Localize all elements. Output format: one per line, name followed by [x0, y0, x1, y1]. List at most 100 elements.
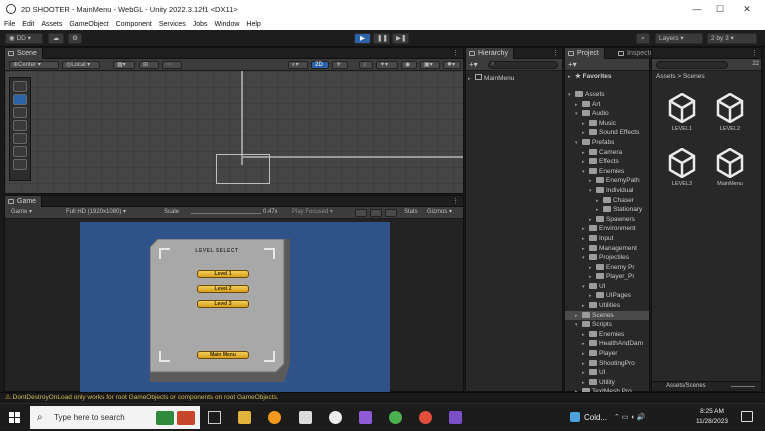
tab-game[interactable]: Game — [5, 196, 43, 207]
project-tree-item[interactable]: ▸ Utility — [565, 378, 649, 388]
menu-gameobject[interactable]: GameObject — [69, 21, 108, 28]
taskbar-search-input[interactable]: ⌕ Type here to search — [30, 406, 200, 429]
project-tree-item[interactable]: ▸ Environment — [565, 224, 649, 234]
move-tool[interactable] — [13, 94, 27, 105]
notification-icon[interactable] — [741, 411, 753, 422]
hidden-objects-button[interactable]: ◉ — [401, 61, 417, 69]
custom-tool[interactable] — [13, 159, 27, 170]
level-3-button[interactable]: Level 3 — [197, 300, 249, 308]
tab-project[interactable]: Project — [565, 48, 605, 59]
draw-mode-button[interactable]: ◐▾ — [288, 61, 308, 69]
level-1-button[interactable]: Level 1 — [197, 270, 249, 278]
account-dropdown[interactable]: ◉ DD ▾ — [5, 33, 43, 44]
favorites-header[interactable]: ▸ ★ Favorites — [565, 72, 649, 82]
chrome-profile-icon[interactable] — [419, 411, 432, 424]
pause-button[interactable]: ❚❚ — [373, 33, 390, 44]
project-tree-item[interactable]: ▸ Sound Effects — [565, 128, 649, 138]
layout-dropdown[interactable]: 2 by 3 ▾ — [707, 33, 757, 44]
menu-window[interactable]: Window — [215, 21, 240, 28]
unity-editor-icon[interactable] — [329, 411, 342, 424]
project-tree-item[interactable]: ▸ EnemyPath — [565, 176, 649, 186]
project-tree-item[interactable]: ▾ UI — [565, 282, 649, 292]
mute-button[interactable] — [355, 209, 367, 217]
menu-services[interactable]: Services — [159, 21, 186, 28]
console-status-bar[interactable]: ⚠ DontDestroyOnLoad only works for root … — [0, 392, 765, 403]
step-button[interactable]: ▶❚ — [392, 33, 409, 44]
vsync-button[interactable] — [370, 209, 382, 217]
gizmos-dropdown[interactable]: Gizmos ▾ — [424, 209, 454, 217]
space-dropdown[interactable]: ◎Local ▾ — [62, 61, 100, 69]
project-tree-item[interactable]: ▸ Chaser — [565, 196, 649, 206]
scale-tool[interactable] — [13, 120, 27, 131]
project-search-input[interactable] — [656, 61, 728, 69]
tab-scene[interactable]: Scene — [5, 48, 43, 59]
project-tree-item[interactable]: ▾ Audio — [565, 109, 649, 119]
toggle-2d-button[interactable]: 2D — [311, 61, 329, 69]
project-tree-item[interactable]: ▸ Management — [565, 244, 649, 254]
more-options-icon[interactable]: ⋮ — [751, 48, 758, 59]
display-dropdown[interactable]: Game ▾ — [8, 209, 58, 217]
project-tree-item[interactable]: ▾ Scripts — [565, 320, 649, 330]
project-tree-item[interactable]: ▸ Art — [565, 100, 649, 110]
more-options-icon[interactable]: ⋮ — [452, 196, 459, 207]
unity-hub-icon[interactable] — [299, 411, 312, 424]
scene-asset-level2[interactable]: LEVEL2 — [712, 93, 748, 137]
project-tree-item[interactable]: ▸ Scenes — [565, 310, 649, 321]
weather-text[interactable]: Cold... — [584, 404, 607, 431]
camera-button[interactable]: ▣▾ — [420, 61, 440, 69]
menu-help[interactable]: Help — [246, 21, 260, 28]
scale-slider[interactable] — [191, 213, 261, 214]
level-2-button[interactable]: Level 2 — [197, 285, 249, 293]
scene-asset-mainmenu[interactable]: MainMenu — [712, 148, 748, 192]
gizmos-button[interactable]: ✸▾ — [443, 61, 461, 69]
create-icon[interactable]: +▾ — [568, 60, 577, 69]
play-button[interactable]: ▶ — [354, 33, 371, 44]
rotate-tool[interactable] — [13, 107, 27, 118]
project-tree-item[interactable]: ▸ Enemies — [565, 330, 649, 340]
task-view-icon[interactable] — [208, 411, 221, 424]
more-options-icon[interactable]: ⋮ — [452, 48, 459, 59]
cloud-button[interactable]: ☁ — [48, 33, 64, 44]
icon-size-slider[interactable] — [731, 386, 755, 387]
rect-tool[interactable] — [13, 133, 27, 144]
lighting-button[interactable]: ☀ — [332, 61, 348, 69]
project-tree-item[interactable]: ▸ Camera — [565, 148, 649, 158]
project-tree-item[interactable]: ▾ Prefabs — [565, 138, 649, 148]
project-tree-item[interactable]: ▸ Input — [565, 234, 649, 244]
add-icon[interactable]: +▾ — [469, 60, 478, 69]
project-tree-item[interactable]: ▸ Stationary — [565, 205, 649, 215]
hierarchy-scene-root[interactable]: ▸ MainMenu — [468, 74, 560, 84]
snap-button[interactable]: ⊞ — [139, 61, 159, 69]
hierarchy-search-input[interactable]: ⌕ — [488, 61, 558, 69]
file-explorer-icon[interactable] — [238, 411, 251, 424]
project-tree-item[interactable]: ▾ Enemies — [565, 167, 649, 177]
app-icon[interactable] — [268, 411, 281, 424]
scene-asset-level3[interactable]: LEVEL3 — [664, 148, 700, 192]
project-tree-item[interactable]: ▸ HealthAndDam — [565, 339, 649, 349]
increment-button[interactable]: ⋯ — [162, 61, 182, 69]
breadcrumb-scenes[interactable]: Scenes — [683, 73, 705, 80]
close-button[interactable]: ✕ — [733, 0, 761, 18]
scene-asset-level1[interactable]: LEVEL1 — [664, 93, 700, 137]
system-tray-icons[interactable]: ⌃ ▭ ◖ 🔊 — [614, 404, 645, 431]
menu-edit[interactable]: Edit — [22, 21, 34, 28]
project-tree-item[interactable]: ▸ Player_Pr — [565, 272, 649, 282]
project-tree-item[interactable]: ▸ UI — [565, 368, 649, 378]
project-tree-item[interactable]: ▾ Individual — [565, 186, 649, 196]
project-tree-item[interactable]: ▸ Utilities — [565, 301, 649, 311]
chrome-icon[interactable] — [389, 411, 402, 424]
breadcrumb-assets[interactable]: Assets — [656, 73, 676, 80]
audio-button[interactable]: ♪ — [359, 61, 373, 69]
more-options-icon[interactable]: ⋮ — [552, 48, 559, 59]
taskbar-clock[interactable]: 8:25 AM 11/28/2023 — [690, 407, 734, 427]
pivot-dropdown[interactable]: ⊕Center ▾ — [9, 61, 59, 69]
windows-start-icon[interactable] — [9, 412, 20, 423]
layers-dropdown[interactable]: Layers ▾ — [655, 33, 703, 44]
project-tree-item[interactable]: ▸ Music — [565, 119, 649, 129]
project-tree-item[interactable]: ▸ Player — [565, 349, 649, 359]
project-tree-item[interactable]: ▸ Enemy Pr — [565, 263, 649, 273]
menu-file[interactable]: File — [4, 21, 15, 28]
scene-viewport[interactable] — [5, 71, 463, 193]
hand-tool[interactable] — [13, 81, 27, 92]
visual-studio-icon[interactable] — [359, 411, 372, 424]
